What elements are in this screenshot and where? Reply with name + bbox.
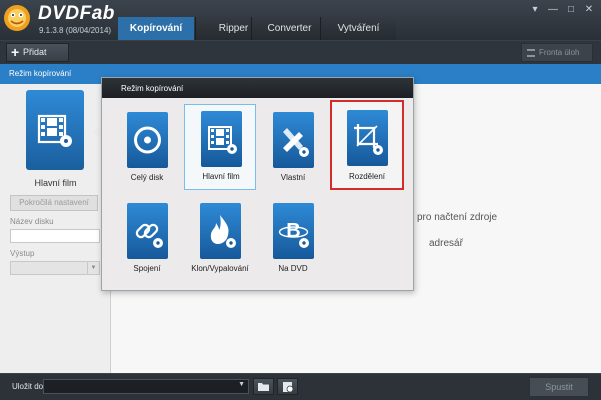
folder-icon: [258, 383, 269, 391]
task-queue-label: Fronta úloh: [539, 48, 580, 57]
current-mode-button[interactable]: [26, 90, 84, 170]
current-mode-label: Hlavní film: [34, 178, 77, 188]
mode-to-dvd[interactable]: B Na DVD: [257, 197, 329, 283]
mode-full-disc[interactable]: Celý disk: [111, 106, 183, 192]
toolbar: + Přidat Fronta úloh: [0, 40, 601, 64]
mode-merge[interactable]: Spojení: [111, 197, 183, 283]
popup-header: Režim kopírování: [102, 78, 413, 98]
add-button[interactable]: + Přidat: [6, 43, 69, 62]
mode-bar-label: Režim kopírování: [9, 69, 72, 78]
copy-mode-popup: Režim kopírování Celý disk Hlavní film V…: [101, 77, 414, 291]
mode-customize[interactable]: Vlastní: [257, 106, 329, 192]
film-icon: [37, 114, 72, 147]
split-icon: [347, 110, 388, 166]
customize-icon: [273, 112, 314, 168]
menu-button[interactable]: ▾: [528, 4, 542, 16]
chevron-down-icon: ▼: [87, 262, 99, 274]
save-to-label: Uložit do:: [12, 382, 46, 391]
film-icon: [201, 111, 242, 167]
app-version: 9.1.3.8 (08/04/2014): [39, 26, 112, 35]
dvdfab-logo-icon: [2, 3, 32, 33]
mode-label: Celý disk: [130, 173, 164, 182]
chevron-down-icon[interactable]: ▼: [238, 381, 245, 388]
mode-main-movie[interactable]: Hlavní film: [184, 104, 256, 190]
plus-icon: +: [11, 44, 20, 60]
disc-name-field[interactable]: [10, 229, 100, 243]
mode-label: Klon/Vypalování: [191, 264, 249, 273]
title-bar: DVDFab 9.1.3.8 (08/04/2014) Kopírování R…: [0, 0, 601, 40]
minimize-button[interactable]: —: [546, 4, 560, 16]
close-button[interactable]: ✕: [582, 4, 596, 16]
save-iso-button[interactable]: [277, 378, 298, 395]
tab-vytvareni[interactable]: Vytváření: [320, 17, 396, 40]
mode-label: Rozdělení: [348, 172, 386, 181]
mode-label: Hlavní film: [202, 172, 240, 181]
app-brand: DVDFab: [38, 3, 115, 24]
browse-folder-button[interactable]: [253, 378, 274, 395]
bottom-bar: Uložit do: ▼ Spustit: [0, 373, 601, 400]
mode-clone-burn[interactable]: Klon/Vypalování: [184, 197, 256, 283]
add-button-label: Přidat: [23, 47, 47, 57]
bluray-to-dvd-icon: B: [273, 203, 314, 259]
load-source-hint: pro načtení zdroje: [417, 212, 498, 223]
directory-hint: adresář: [429, 238, 463, 249]
output-select[interactable]: ▼: [10, 261, 100, 275]
tab-converter[interactable]: Converter: [251, 17, 327, 40]
start-button[interactable]: Spustit: [529, 377, 589, 397]
mode-label: Spojení: [133, 264, 161, 273]
svg-text:B: B: [286, 220, 300, 242]
popup-title: Režim kopírování: [121, 84, 184, 93]
disc-icon: [127, 112, 168, 168]
output-label: Výstup: [10, 249, 35, 258]
mode-label: Vlastní: [280, 173, 306, 182]
tab-kopirovani[interactable]: Kopírování: [118, 17, 194, 40]
maximize-button[interactable]: □: [564, 4, 578, 16]
list-icon: [527, 49, 535, 57]
advanced-settings-button[interactable]: Pokročilá nastavení: [10, 195, 98, 211]
iso-file-icon: [283, 382, 294, 393]
burn-icon: [200, 203, 241, 259]
mode-label: Na DVD: [278, 264, 308, 273]
disc-name-label: Název disku: [10, 217, 54, 226]
task-queue-button[interactable]: Fronta úloh: [521, 43, 593, 62]
link-icon: [127, 203, 168, 259]
save-to-field[interactable]: ▼: [43, 379, 249, 394]
mode-split[interactable]: Rozdělení: [330, 100, 404, 190]
